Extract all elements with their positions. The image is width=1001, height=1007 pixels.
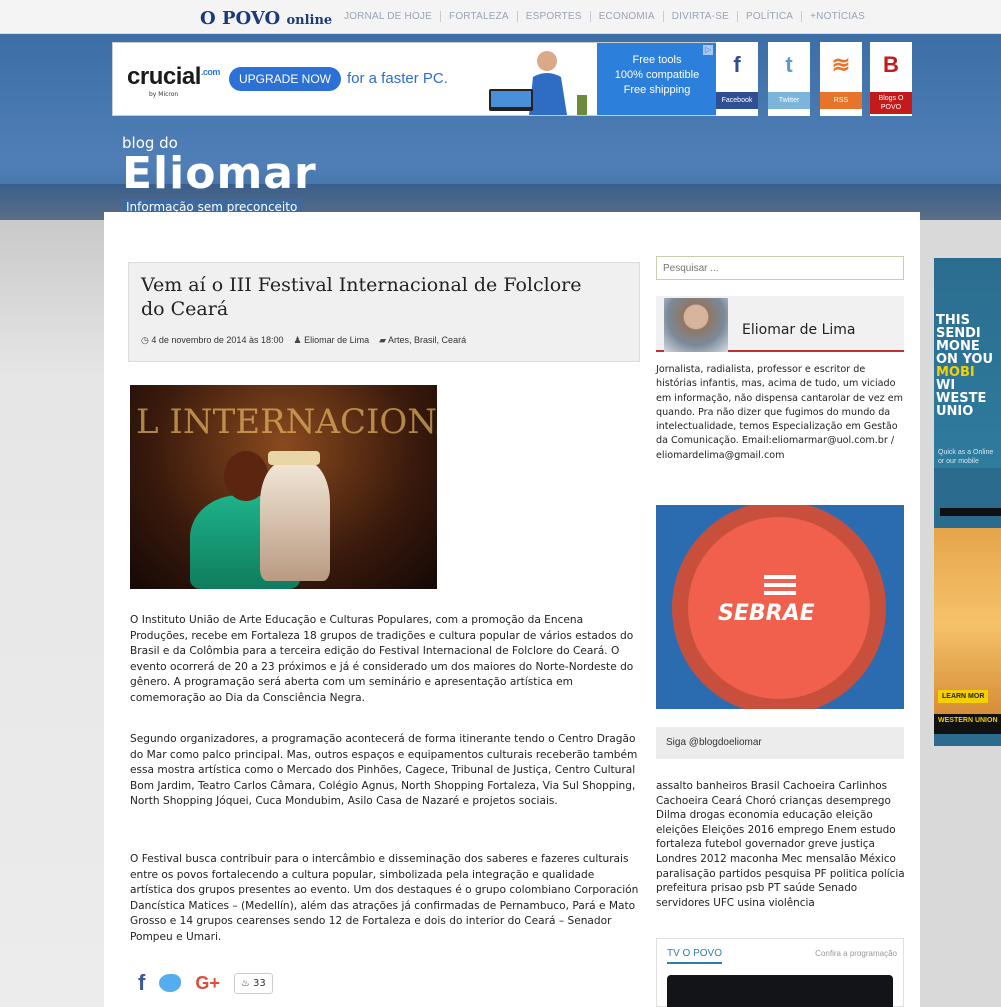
blogs-label: Blogs O POVO	[870, 92, 912, 114]
twitter-button[interactable]: t Twitter	[768, 42, 810, 116]
facebook-share-icon[interactable]: f	[138, 970, 145, 996]
ad-tagline: for a faster PC.	[347, 70, 448, 87]
author-bio: Jornalista, radialista, professor e escr…	[656, 364, 904, 461]
tv-video-player[interactable]	[667, 975, 893, 1007]
flame-icon: ♨	[240, 977, 250, 989]
post-categories-text: Artes, Brasil, Ceará	[388, 335, 467, 345]
nav-item-divirta-se[interactable]: DIVIRTA-SE	[664, 11, 738, 22]
wu-headline: THIS SENDI MONE ON YOU MOBI WI WESTE UNI…	[934, 258, 1001, 468]
twitter-label: Twitter	[768, 92, 810, 109]
learn-more-button[interactable]: LEARN MOR	[938, 690, 989, 703]
post-author[interactable]: ♟ Eliomar de Lima	[293, 335, 369, 346]
nav-item-mais-noticias[interactable]: +NOTÍCIAS	[802, 11, 873, 22]
facebook-icon: f	[733, 52, 741, 77]
article-paragraph: O Festival busca contribuir para o inter…	[130, 853, 639, 943]
post-author-text: Eliomar de Lima	[304, 335, 370, 345]
ad-features-panel: ▷ Free tools 100% compatible Free shippi…	[597, 43, 717, 115]
image-banner-text: L INTERNACIONAL CLORE CEARÁ 2013	[136, 402, 437, 442]
main-nav: JORNAL DE HOJE FORTALEZA ESPORTES ECONOM…	[336, 11, 873, 22]
nav-item-politica[interactable]: POLÍTICA	[738, 11, 803, 22]
post-meta: ◷ 4 de novembro de 2014 às 18:00 ♟ Eliom…	[141, 335, 466, 346]
google-plus-share-icon[interactable]: G+	[195, 973, 220, 994]
post-date[interactable]: ◷ 4 de novembro de 2014 às 18:00	[141, 335, 283, 346]
twitter-follow-widget[interactable]: Siga @blogdoeliomar	[656, 727, 904, 759]
twitter-icon: t	[785, 52, 793, 77]
post-categories[interactable]: ▰ Artes, Brasil, Ceará	[379, 335, 466, 346]
app-store-badges	[940, 508, 998, 516]
top-navbar: O POVO online JORNAL DE HOJE FORTALEZA E…	[0, 0, 1001, 34]
ad-feature-2: 100% compatible	[614, 69, 700, 81]
article-paragraph: Segundo organizadores, a programação aco…	[130, 733, 638, 807]
crucial-banner-ad[interactable]: crucial.com by Micron UPGRADE NOW for a …	[112, 42, 718, 116]
nav-item-economia[interactable]: ECONOMIA	[591, 11, 664, 22]
article-paragraph: O Instituto União de Arte Educação e Cul…	[130, 614, 634, 704]
author-name: Eliomar de Lima	[742, 322, 856, 338]
wu-subtext: Quick as a Online or our mobile	[938, 449, 994, 465]
rss-label: RSS	[820, 92, 862, 109]
logo-suffix: online	[286, 13, 333, 28]
sebrae-logo: SEBRAE	[718, 601, 815, 626]
blogger-icon: B	[883, 52, 899, 77]
share-bar: f G+ ♨ 33	[138, 970, 273, 996]
crucial-logo: crucial.com	[127, 63, 220, 91]
sebrae-lines-icon	[764, 575, 796, 579]
twitter-share-icon[interactable]	[159, 974, 182, 992]
search-input[interactable]	[656, 256, 904, 280]
crucial-brand: crucial	[127, 63, 201, 90]
crucial-brand-suffix: .com	[200, 67, 221, 77]
tag-cloud[interactable]: assalto banheiros Brasil Cachoeira Carli…	[656, 779, 910, 910]
ad-choices-icon[interactable]: ▷	[703, 45, 713, 55]
ad-feature-3: Free shipping	[623, 84, 691, 96]
ad-feature-1: Free tools	[632, 54, 682, 66]
opovo-logo[interactable]: O POVO online	[200, 8, 332, 29]
western-union-logo: WESTERN UNION	[934, 714, 1001, 734]
post-date-text: 4 de novembro de 2014 às 18:00	[151, 335, 284, 345]
rss-button[interactable]: ≋ RSS	[820, 42, 862, 116]
author-avatar	[664, 298, 728, 352]
folder-icon: ▰	[379, 335, 387, 345]
dancer-hat	[268, 451, 320, 465]
dancer-partner	[260, 461, 330, 581]
western-union-ad[interactable]: THIS SENDI MONE ON YOU MOBI WI WESTE UNI…	[934, 258, 1001, 746]
tv-opovo-widget: TV O POVO Confira a programação	[656, 938, 904, 1007]
wu-line: UNIO	[936, 404, 974, 419]
sebrae-ad[interactable]: SEBRAE	[656, 505, 904, 709]
ad-person-image	[481, 45, 591, 115]
nav-item-fortaleza[interactable]: FORTALEZA	[441, 11, 518, 22]
facebook-label: Facebook	[716, 92, 758, 109]
facebook-button[interactable]: f Facebook	[716, 42, 758, 116]
post-header: Vem aí o III Festival Internacional de F…	[128, 262, 640, 362]
upgrade-now-button[interactable]: UPGRADE NOW	[229, 67, 342, 91]
blog-logo[interactable]: blog do Eliomar Informação sem preconcei…	[122, 134, 317, 215]
nav-item-jornal[interactable]: JORNAL DE HOJE	[336, 11, 442, 22]
rss-icon: ≋	[831, 52, 851, 77]
share-count-value: 33	[253, 977, 266, 989]
clock-icon: ◷	[141, 335, 149, 345]
user-icon: ♟	[293, 335, 302, 345]
post-image[interactable]: L INTERNACIONAL CLORE CEARÁ 2013	[130, 385, 437, 589]
tv-schedule-link[interactable]: Confira a programação	[815, 949, 897, 958]
blogs-opovo-button[interactable]: B Blogs O POVO	[870, 42, 912, 116]
share-count: ♨ 33	[233, 972, 273, 994]
nav-item-esportes[interactable]: ESPORTES	[518, 11, 591, 22]
page-side-gutter	[0, 220, 104, 1007]
crucial-subbrand: by Micron	[149, 91, 179, 98]
logo-text: O POVO	[200, 8, 281, 29]
author-widget[interactable]: Eliomar de Lima	[656, 296, 904, 352]
tv-opovo-tab[interactable]: TV O POVO	[667, 948, 723, 964]
blog-name: Eliomar	[122, 148, 317, 199]
post-title[interactable]: Vem aí o III Festival Internacional de F…	[141, 273, 611, 321]
